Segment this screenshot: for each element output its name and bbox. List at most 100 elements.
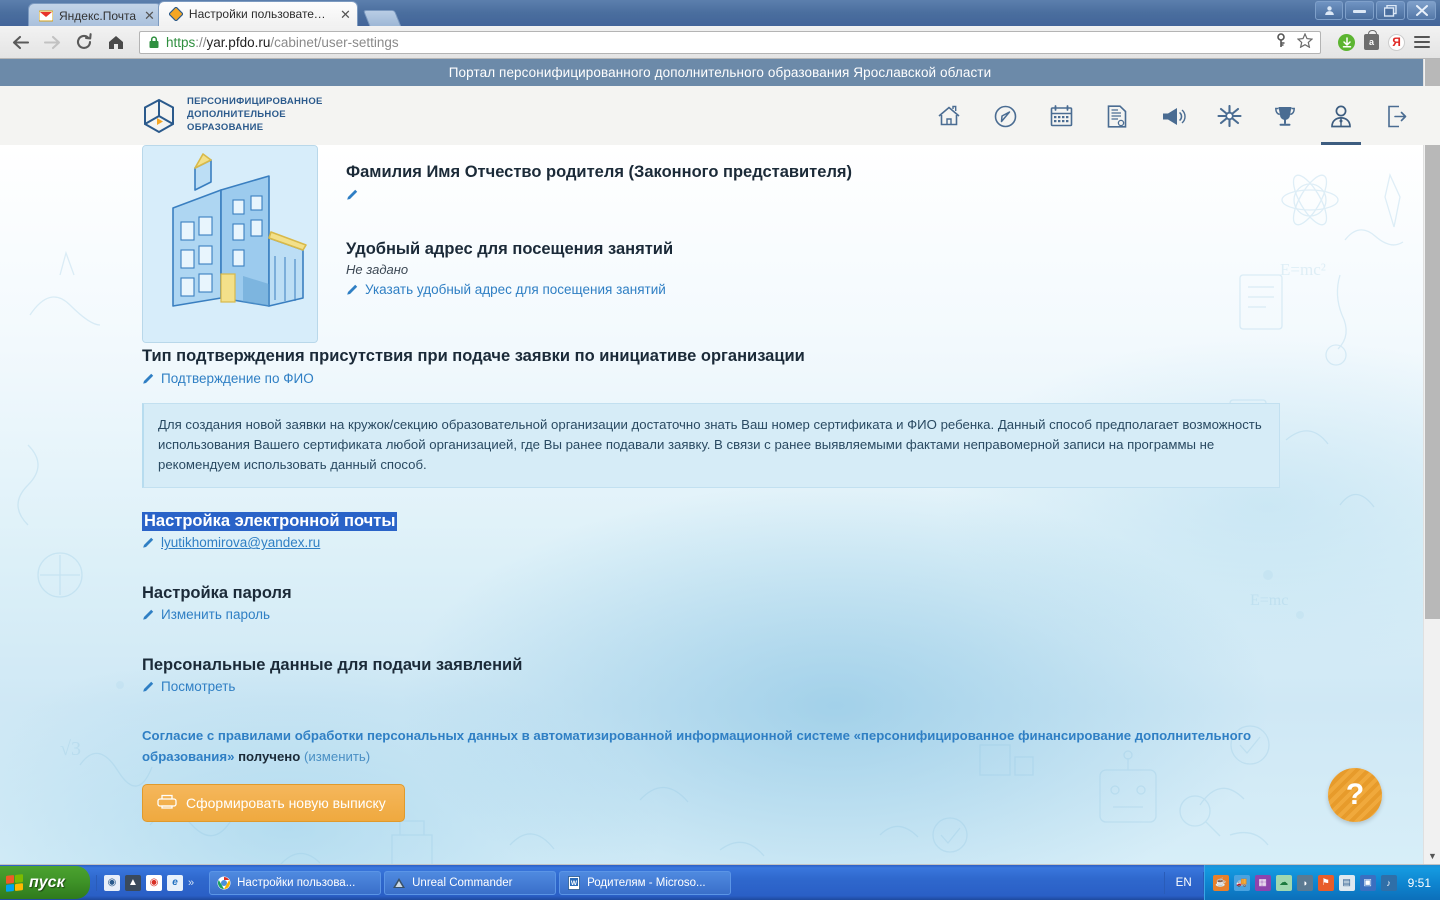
menu-icon[interactable] xyxy=(1414,36,1430,48)
pencil-icon xyxy=(142,680,155,693)
settings-main-column: Фамилия Имя Отчество родителя (Законного… xyxy=(346,163,1440,301)
display-icon[interactable]: ▣ xyxy=(1359,874,1376,891)
back-button[interactable] xyxy=(6,29,34,55)
info-note: Для создания новой заявки на кружок/секц… xyxy=(142,403,1280,489)
logo-line-3: ОБРАЗОВАНИЕ xyxy=(187,121,264,133)
site-logo[interactable]: ПЕРСОНИФИЦИРОВАННОЕ ДОПОЛНИТЕЛЬНОЕ ОБРАЗ… xyxy=(140,96,323,134)
nav-megaphone-icon[interactable] xyxy=(1156,87,1190,145)
logo-line-1: ПЕРСОНИФИЦИРОВАННОЕ xyxy=(187,96,323,108)
settings-content: Фамилия Имя Отчество родителя (Законного… xyxy=(0,145,1440,822)
scroll-down-arrow[interactable]: ▼ xyxy=(1424,847,1440,864)
download-icon[interactable] xyxy=(1338,33,1355,51)
yandex-icon[interactable]: Я xyxy=(1388,33,1405,51)
taskbar-window-label: Родителям - Microso... xyxy=(587,876,706,889)
java-icon[interactable]: ☕ xyxy=(1212,874,1229,891)
minimize-button[interactable] xyxy=(1345,1,1374,20)
monitor-icon[interactable]: ▤ xyxy=(1338,874,1355,891)
confirmation-section: Тип подтверждения присутствия при подаче… xyxy=(0,347,1440,489)
key-icon[interactable] xyxy=(1274,33,1288,51)
nav-starburst-icon[interactable] xyxy=(1212,87,1246,145)
tab-title: Яндекс.Почта xyxy=(59,8,137,23)
browser-extension-icons: a Я xyxy=(1330,30,1434,51)
confirm-type-link[interactable]: Подтверждение по ФИО xyxy=(142,371,314,386)
url-separator: :// xyxy=(195,34,207,50)
change-password-link[interactable]: Изменить пароль xyxy=(142,607,270,622)
pfdo-icon xyxy=(168,6,184,22)
parent-name-heading: Фамилия Имя Отчество родителя (Законного… xyxy=(346,163,853,181)
browser-icon[interactable]: ◉ xyxy=(104,874,120,891)
chevron-more-icon[interactable]: » xyxy=(188,877,194,889)
tab-strip: Яндекс.Почта ✕ Настройки пользователя | … xyxy=(0,0,1440,26)
help-button[interactable]: ? xyxy=(1328,768,1382,822)
page-content: E=mc² E=mc E=mc² √3 xyxy=(0,145,1440,864)
nav-home-icon[interactable] xyxy=(932,87,966,145)
portal-title: Портал персонифицированного дополнительн… xyxy=(448,65,992,80)
reload-button[interactable] xyxy=(70,29,98,55)
view-personal-data-link[interactable]: Посмотреть xyxy=(142,679,235,694)
network-icon[interactable]: ◑ xyxy=(1296,874,1313,891)
address-value: Не задано xyxy=(346,262,409,277)
forward-button[interactable] xyxy=(38,29,66,55)
nav-document-icon[interactable] xyxy=(1100,87,1134,145)
nav-calendar-icon[interactable] xyxy=(1044,87,1078,145)
grid-icon[interactable]: ▦ xyxy=(1254,874,1271,891)
system-tray: ☕ 🚚 ▦ ☁ ◑ ⚑ ▤ ▣ ♪ 9:51 xyxy=(1203,865,1440,900)
browser-toolbar: https://yar.pfdo.ru/cabinet/user-setting… xyxy=(0,26,1440,59)
url-scheme: https xyxy=(166,34,196,50)
tab-close-icon[interactable]: ✕ xyxy=(340,8,351,21)
edit-email-link[interactable]: lyutikhomirova@yandex.ru xyxy=(142,535,320,550)
taskbar-window-unreal-commander[interactable]: Unreal Commander xyxy=(384,870,557,895)
new-tab-button[interactable] xyxy=(362,10,402,26)
word-icon: W xyxy=(567,875,581,890)
nav-logout-icon[interactable] xyxy=(1380,87,1414,145)
home-button[interactable] xyxy=(102,29,130,55)
chrome-icon[interactable]: ◉ xyxy=(146,874,162,891)
browser-tab-yandex-mail[interactable]: Яндекс.Почта ✕ xyxy=(28,3,162,26)
main-navigation xyxy=(932,86,1414,145)
shop-bag-icon[interactable]: a xyxy=(1364,30,1379,50)
start-label: пуск xyxy=(29,873,65,891)
personal-data-section: Персональные данные для подачи заявлений… xyxy=(0,656,1440,698)
windows-logo-icon xyxy=(6,873,23,892)
restore-button[interactable] xyxy=(1376,1,1405,20)
taskbar-clock[interactable]: 9:51 xyxy=(1408,876,1431,890)
nav-navigator-icon[interactable] xyxy=(988,87,1022,145)
cloud-icon[interactable]: ☁ xyxy=(1275,874,1292,891)
language-indicator[interactable]: EN xyxy=(1163,871,1204,894)
portal-title-bar: Портал персонифицированного дополнительн… xyxy=(0,59,1440,86)
password-section: Настройка пароля Изменить пароль xyxy=(0,584,1440,626)
set-address-link[interactable]: Указать удобный адрес для посещения заня… xyxy=(346,282,666,297)
set-address-link-label: Указать удобный адрес для посещения заня… xyxy=(365,282,666,297)
chrome-icon xyxy=(217,876,231,890)
start-button[interactable]: пуск xyxy=(0,866,90,899)
page-scrollbar[interactable]: ▼ xyxy=(1423,59,1440,864)
logo-line-2: ДОПОЛНИТЕЛЬНОЕ xyxy=(187,109,286,121)
unreal-commander-icon[interactable]: ▲ xyxy=(125,874,141,891)
browser-user-icon[interactable] xyxy=(1315,1,1343,20)
bookmark-star-icon[interactable] xyxy=(1296,32,1314,51)
taskbar-window-word[interactable]: W Родителям - Microso... xyxy=(559,870,732,895)
taskbar-window-label: Настройки пользова... xyxy=(237,876,356,889)
taskbar-window-chrome[interactable]: Настройки пользова... xyxy=(209,870,382,895)
flag-icon[interactable]: ⚑ xyxy=(1317,874,1334,891)
edit-parent-name-link[interactable] xyxy=(346,188,359,201)
internet-explorer-icon[interactable]: e xyxy=(167,874,183,891)
nav-user-profile-icon[interactable] xyxy=(1321,87,1361,145)
cube-logo-icon xyxy=(140,97,178,135)
sound-icon[interactable]: ♪ xyxy=(1380,874,1397,891)
consent-change-link[interactable]: (изменить) xyxy=(304,749,370,764)
generate-statement-button[interactable]: Сформировать новую выписку xyxy=(142,783,405,822)
tab-close-icon[interactable]: ✕ xyxy=(144,9,155,22)
windows-taskbar: пуск ◉ ▲ ◉ e » Настройки пользова... Unr… xyxy=(0,865,1440,900)
address-bar[interactable]: https://yar.pfdo.ru/cabinet/user-setting… xyxy=(139,30,1321,54)
site-header: ПЕРСОНИФИЦИРОВАННОЕ ДОПОЛНИТЕЛЬНОЕ ОБРАЗ… xyxy=(0,86,1440,145)
nav-trophy-icon[interactable] xyxy=(1268,87,1302,145)
tab-title: Настройки пользователя | xyxy=(188,7,333,21)
close-button[interactable] xyxy=(1407,1,1436,20)
pencil-icon xyxy=(142,608,155,621)
lock-icon xyxy=(148,35,160,49)
email-value: lyutikhomirova@yandex.ru xyxy=(161,535,321,551)
svg-text:W: W xyxy=(571,880,578,887)
browser-tab-user-settings[interactable]: Настройки пользователя | ✕ xyxy=(157,1,358,26)
truck-icon[interactable]: 🚚 xyxy=(1233,874,1250,891)
